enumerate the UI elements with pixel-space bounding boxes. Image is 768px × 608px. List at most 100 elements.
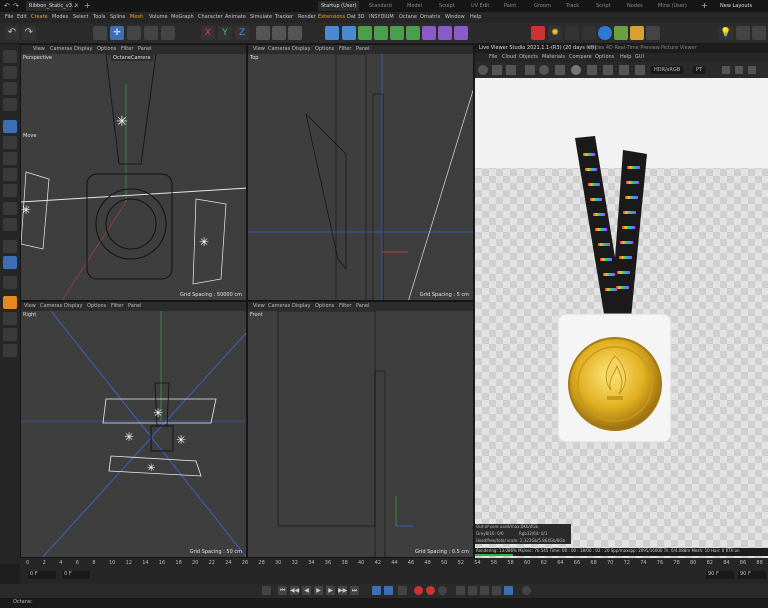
lv-menu-objects[interactable]: Objects (519, 54, 538, 60)
octane-tag-icon[interactable] (646, 26, 660, 40)
menu-volume[interactable]: Volume (149, 12, 168, 23)
polygons-mode-icon[interactable] (3, 168, 17, 181)
plugin-icon[interactable] (3, 312, 17, 325)
lv-pick-icon[interactable] (603, 65, 613, 75)
layout-switch-icon[interactable] (752, 26, 766, 40)
pen-spline-icon[interactable] (342, 26, 356, 40)
light-object-icon[interactable] (454, 26, 468, 40)
menu-character[interactable]: Character (198, 12, 223, 23)
make-editable-icon[interactable] (3, 50, 17, 63)
vp-menu-view[interactable]: View (253, 45, 265, 54)
sound-icon[interactable] (398, 586, 407, 595)
current-frame-field[interactable]: 0 F (28, 571, 56, 579)
menu-simulate[interactable]: Simulate (250, 12, 272, 23)
extra-tool-icon[interactable] (3, 328, 17, 341)
vp-menu-view[interactable]: View (24, 302, 36, 311)
lv-gear-icon[interactable] (539, 65, 549, 75)
menu-window[interactable]: Window (445, 12, 465, 23)
extra-tool2-icon[interactable] (3, 344, 17, 357)
vp-menu-panel[interactable]: Panel (356, 302, 370, 311)
next-frame-icon[interactable]: ▶ (326, 586, 335, 595)
menu-dat3d[interactable]: Dat 3D (347, 12, 365, 23)
lv-settings-icon[interactable] (478, 65, 488, 75)
param-key-icon[interactable] (492, 586, 501, 595)
menu-tools[interactable]: Tools (93, 12, 105, 23)
lv-export-icon[interactable] (748, 66, 756, 74)
axis-y-icon[interactable]: Y (218, 26, 232, 40)
layout-tab-groom[interactable]: Groom (531, 1, 554, 11)
layout-tab-mine[interactable]: Mine (User) (655, 1, 690, 11)
menu-tracker[interactable]: Tracker (275, 12, 293, 23)
vp-menu-cameras[interactable]: Cameras (268, 302, 290, 311)
menu-modes[interactable]: Modes (52, 12, 68, 23)
layout-tab-paint[interactable]: Paint (501, 1, 519, 11)
menu-octane[interactable]: Octane (399, 12, 417, 23)
object-mode-icon[interactable] (3, 120, 17, 133)
render-settings-icon[interactable] (288, 26, 302, 40)
redo-icon[interactable]: ↷ (13, 2, 19, 10)
layout-tab-startup[interactable]: Startup (User) (318, 1, 360, 11)
magnet-icon[interactable] (3, 276, 17, 289)
octane-camera-icon[interactable] (582, 26, 596, 40)
vp-menu-view[interactable]: View (33, 45, 45, 54)
model-mode-icon[interactable] (3, 66, 17, 79)
close-tab-icon[interactable]: × (74, 2, 79, 9)
lv-colorspace-select[interactable]: HDR/sRGB (651, 66, 684, 74)
record-icon[interactable] (414, 586, 423, 595)
vp-menu-cameras[interactable]: Cameras (268, 45, 290, 54)
timeline-ruler[interactable]: 0 2 4 6 8 10 12 14 16 18 20 22 24 26 28 30 32 34 36 38 40 42 4… (20, 559, 768, 569)
render-picture-icon[interactable] (272, 26, 286, 40)
menu-extensions[interactable]: Extensions (318, 12, 345, 23)
undo-button[interactable]: ↶ (5, 26, 19, 40)
vp-menu-filter[interactable]: Filter (339, 45, 351, 54)
layout-toggle-icon[interactable] (736, 26, 750, 40)
menu-help[interactable]: Help (470, 12, 481, 23)
render-canvas[interactable] (475, 78, 768, 562)
menu-insydium[interactable]: INSYDIUM (369, 12, 394, 23)
add-layout-icon[interactable]: + (701, 1, 708, 10)
scale-tool-icon[interactable] (144, 26, 158, 40)
layout-tab-standard[interactable]: Standard (366, 1, 395, 11)
redo-button[interactable]: ↷ (22, 26, 36, 40)
menu-spline[interactable]: Spline (110, 12, 125, 23)
vp-menu-display[interactable]: Display (74, 45, 92, 54)
subdivision-icon[interactable] (358, 26, 372, 40)
rotate-tool-icon[interactable] (127, 26, 141, 40)
vp-menu-options[interactable]: Options (315, 45, 334, 54)
lv-save-icon[interactable] (722, 66, 730, 74)
lv-region-icon[interactable] (525, 65, 535, 75)
viewport-perspective[interactable]: View Cameras Display Options Filter Pane… (20, 44, 247, 301)
octane-object-icon[interactable] (614, 26, 628, 40)
lv-snapshot-icon[interactable] (735, 66, 743, 74)
next-key-icon[interactable]: ▶▶ (338, 586, 347, 595)
prev-key-icon[interactable]: ◀◀ (290, 586, 299, 595)
picture-viewer-tab[interactable]: Picture Viewer (661, 45, 697, 51)
field-icon[interactable] (406, 26, 420, 40)
vp-menu-options[interactable]: Options (97, 45, 116, 54)
texture-mode-icon[interactable] (3, 82, 17, 95)
lv-menu-cloud[interactable]: Cloud (502, 54, 516, 60)
vp-menu-filter[interactable]: Filter (111, 302, 123, 311)
keyframe-icon[interactable] (262, 586, 271, 595)
viewport-front[interactable]: View Cameras Display Options Filter Pane… (247, 301, 474, 558)
menu-ornatrix[interactable]: Ornatrix (420, 12, 441, 23)
vp-menu-filter[interactable]: Filter (121, 45, 133, 54)
lv-camera-icon[interactable] (635, 65, 645, 75)
edges-mode-icon[interactable] (3, 152, 17, 165)
go-end-icon[interactable]: ⏭ (350, 586, 359, 595)
axis-x-icon[interactable]: X (201, 26, 215, 40)
octane-render-icon[interactable] (531, 26, 545, 40)
vp-menu-options[interactable]: Options (315, 302, 334, 311)
vp-menu-cameras[interactable]: Cameras (50, 45, 72, 54)
vp-menu-display[interactable]: Display (292, 302, 310, 311)
end-frame-field[interactable]: 90 F (706, 571, 734, 579)
menu-select[interactable]: Select (73, 12, 88, 23)
octane-material-icon[interactable] (598, 26, 612, 40)
layout-tab-uvedit[interactable]: UV Edit (468, 1, 492, 11)
vp-menu-options[interactable]: Options (87, 302, 106, 311)
uv-mode-icon[interactable] (3, 184, 17, 197)
loop-range-icon[interactable] (384, 586, 393, 595)
loop-icon[interactable] (372, 586, 381, 595)
lv-focus-icon[interactable] (587, 65, 597, 75)
viewport-top[interactable]: View Cameras Display Options Filter Pane… (247, 44, 474, 301)
